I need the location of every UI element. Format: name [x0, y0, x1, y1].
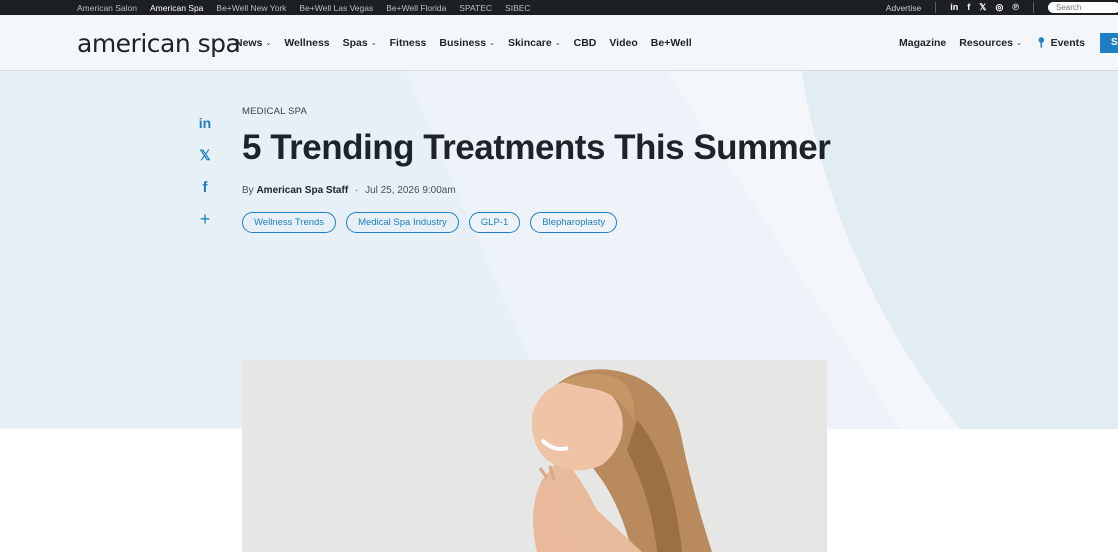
nav-item-events[interactable]: 📍︎ Events: [1035, 37, 1085, 49]
subscribe-button[interactable]: S: [1100, 33, 1118, 53]
divider: [935, 2, 937, 13]
nav-item-bewell[interactable]: Be+Well: [651, 37, 692, 49]
article-category[interactable]: MEDICAL SPA: [242, 106, 307, 117]
chevron-down-icon: ⌄: [370, 40, 377, 47]
nav-item-label: Magazine: [899, 37, 947, 49]
article-byline: By American Spa Staff · Jul 25, 2026 9:0…: [242, 185, 456, 196]
nav-item-label: Wellness: [284, 37, 330, 49]
linkedin-share-icon[interactable]: in: [197, 115, 213, 131]
advertise-link[interactable]: Advertise: [886, 3, 921, 13]
pinterest-icon[interactable]: ℗: [1012, 3, 1019, 12]
x-share-icon[interactable]: 𝕏: [197, 147, 213, 164]
nav-item-spas[interactable]: Spas ⌄: [343, 37, 377, 49]
chevron-down-icon: ⌄: [554, 40, 561, 47]
brand-link-sibec[interactable]: SIBEC: [505, 3, 531, 13]
nav-item-cbd[interactable]: CBD: [574, 37, 597, 49]
article-title: 5 Trending Treatments This Summer: [242, 128, 831, 167]
nav-item-label: Spas: [342, 37, 368, 49]
facebook-share-icon[interactable]: f: [197, 179, 213, 196]
article-tags: Wellness Trends Medical Spa Industry GLP…: [242, 212, 618, 233]
nav-item-label: Resources: [959, 37, 1013, 49]
nav-item-label: Video: [609, 37, 638, 49]
brand-link-american-salon[interactable]: American Salon: [77, 3, 137, 13]
nav-item-label: CBD: [573, 37, 597, 49]
byline-prefix: By: [242, 185, 254, 196]
site-logo[interactable]: american spa: [77, 29, 241, 58]
chevron-down-icon: ⌄: [1015, 40, 1022, 47]
tag-medical-spa-industry[interactable]: Medical Spa Industry: [346, 212, 459, 233]
nav-item-resources[interactable]: Resources ⌄: [959, 37, 1022, 49]
facebook-icon[interactable]: f: [967, 3, 970, 12]
brand-link-bewell-new-york[interactable]: Be+Well New York: [216, 3, 286, 13]
top-utility-bar: American Salon American Spa Be+Well New …: [0, 0, 1118, 15]
brand-link-bewell-las-vegas[interactable]: Be+Well Las Vegas: [299, 3, 373, 13]
secondary-nav-links: Magazine Resources ⌄ 📍︎ Events: [899, 37, 1085, 49]
nav-item-news[interactable]: News ⌄: [235, 37, 271, 49]
linkedin-icon[interactable]: in: [950, 3, 958, 12]
plus-share-icon[interactable]: +: [197, 209, 213, 230]
chevron-down-icon: ⌄: [489, 40, 495, 47]
tag-glp-1[interactable]: GLP-1: [468, 212, 521, 233]
nav-item-label: Events: [1050, 37, 1085, 49]
nav-item-video[interactable]: Video: [609, 37, 637, 49]
publish-date: Jul 25, 2026 9:00am: [365, 185, 456, 196]
brand-link-bewell-florida[interactable]: Be+Well Florida: [386, 3, 446, 13]
featured-image: [242, 360, 827, 552]
main-navigation: american spa News ⌄ Wellness Spas ⌄ Fitnes…: [0, 15, 1118, 71]
nav-item-fitness[interactable]: Fitness: [390, 37, 427, 49]
woman-portrait-illustration: [242, 360, 827, 552]
nav-item-label: Fitness: [389, 37, 427, 49]
network-brands: American Salon American Spa Be+Well New …: [77, 0, 544, 15]
nav-item-label: News: [235, 37, 263, 49]
primary-nav-links: News ⌄ Wellness Spas ⌄ Fitness Business ⌄ S…: [235, 37, 692, 49]
brand-link-spatec[interactable]: SPATEC: [459, 3, 492, 13]
author-link[interactable]: American Spa Staff: [256, 185, 348, 196]
nav-item-business[interactable]: Business ⌄: [439, 37, 495, 49]
nav-item-label: Skincare: [507, 37, 552, 49]
nav-item-skincare[interactable]: Skincare ⌄: [508, 37, 561, 49]
divider: [1033, 2, 1034, 13]
social-links: in f 𝕏 ◎ ℗: [950, 3, 1019, 12]
nav-item-label: Be+Well: [650, 37, 692, 49]
nav-item-wellness[interactable]: Wellness: [284, 37, 329, 49]
map-pin-icon: 📍︎: [1034, 37, 1048, 49]
instagram-icon[interactable]: ◎: [996, 3, 1004, 12]
x-icon[interactable]: 𝕏: [979, 3, 986, 12]
tag-blepharoplasty[interactable]: Blepharoplasty: [530, 212, 618, 233]
brand-link-american-spa[interactable]: American Spa: [150, 3, 203, 13]
tag-wellness-trends[interactable]: Wellness Trends: [242, 212, 337, 233]
nav-item-label: Business: [439, 37, 487, 49]
byline-separator: ·: [354, 185, 359, 196]
nav-item-magazine[interactable]: Magazine: [899, 37, 946, 49]
chevron-down-icon: ⌄: [265, 40, 272, 47]
search-input[interactable]: Search: [1048, 2, 1118, 13]
